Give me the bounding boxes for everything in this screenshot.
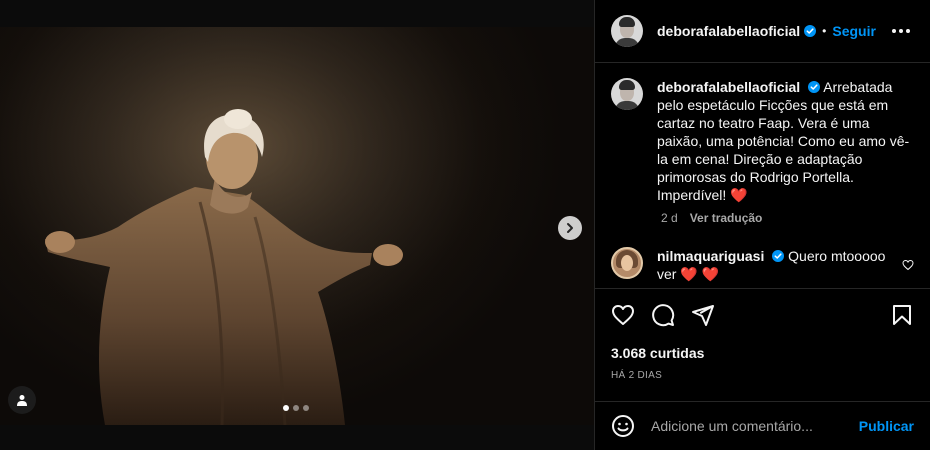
heart-emoji: ❤️ ❤️ [680, 266, 720, 282]
share-paper-plane-icon[interactable] [691, 303, 715, 327]
post-caption: deborafalabellaoficial Arrebatada pelo e… [611, 78, 914, 204]
publish-button[interactable]: Publicar [859, 418, 914, 434]
caption-text: Arrebatada pelo espetáculo Ficções que e… [657, 79, 910, 203]
heart-emoji: ❤️ [730, 187, 748, 203]
verified-badge-icon [772, 250, 785, 262]
comments-list[interactable]: deborafalabellaoficial Arrebatada pelo e… [595, 64, 930, 288]
see-translation-link[interactable]: Ver tradução [690, 211, 763, 225]
commenter-avatar[interactable] [611, 247, 643, 279]
carousel-indicator [283, 405, 309, 411]
post-side-panel: deborafalabellaoficial • Seguir deborafa… [594, 0, 930, 450]
more-dots-icon [892, 29, 896, 33]
carousel-dot [283, 405, 289, 411]
follow-button[interactable]: Seguir [832, 23, 876, 39]
separator-dot: • [822, 24, 827, 38]
carousel-dot [293, 405, 299, 411]
add-comment-bar: Publicar [595, 401, 930, 450]
like-heart-icon[interactable] [611, 303, 635, 327]
caption-username[interactable]: deborafalabellaoficial [657, 79, 800, 95]
post-date: HÁ 2 DIAS [611, 370, 663, 381]
caption-author-avatar[interactable] [611, 78, 643, 110]
caption-age[interactable]: 2 d [661, 211, 678, 225]
caption-meta: 2 d Ver tradução [661, 211, 914, 225]
verified-badge-icon [808, 81, 821, 93]
emoji-picker-icon[interactable] [611, 414, 635, 438]
comment-item: nilmaquariguasi Quero mtooooo ver ❤️ ❤️ [611, 247, 914, 283]
more-options-button[interactable] [888, 25, 914, 37]
carousel-dot [303, 405, 309, 411]
comment-like-heart-icon[interactable] [902, 259, 914, 271]
comment-input[interactable] [651, 418, 841, 434]
post-header: deborafalabellaoficial • Seguir [595, 0, 930, 63]
likes-count[interactable]: 3.068 curtidas [611, 345, 914, 361]
post-actions: 3.068 curtidas HÁ 2 DIAS [595, 288, 930, 381]
post-photo[interactable] [0, 27, 594, 425]
post-media [0, 0, 594, 450]
chevron-right-icon [567, 223, 573, 233]
comment-bubble-icon[interactable] [651, 303, 675, 327]
carousel-next-button[interactable] [558, 216, 582, 240]
verified-badge-icon [804, 25, 817, 37]
action-icons-row [611, 303, 914, 327]
author-avatar[interactable] [611, 15, 643, 47]
author-username[interactable]: deborafalabellaoficial [657, 23, 800, 39]
commenter-username[interactable]: nilmaquariguasi [657, 248, 764, 264]
tagged-users-button[interactable] [8, 386, 36, 414]
bookmark-save-icon[interactable] [890, 303, 914, 327]
performer-figure [0, 27, 594, 425]
user-icon [17, 395, 27, 406]
